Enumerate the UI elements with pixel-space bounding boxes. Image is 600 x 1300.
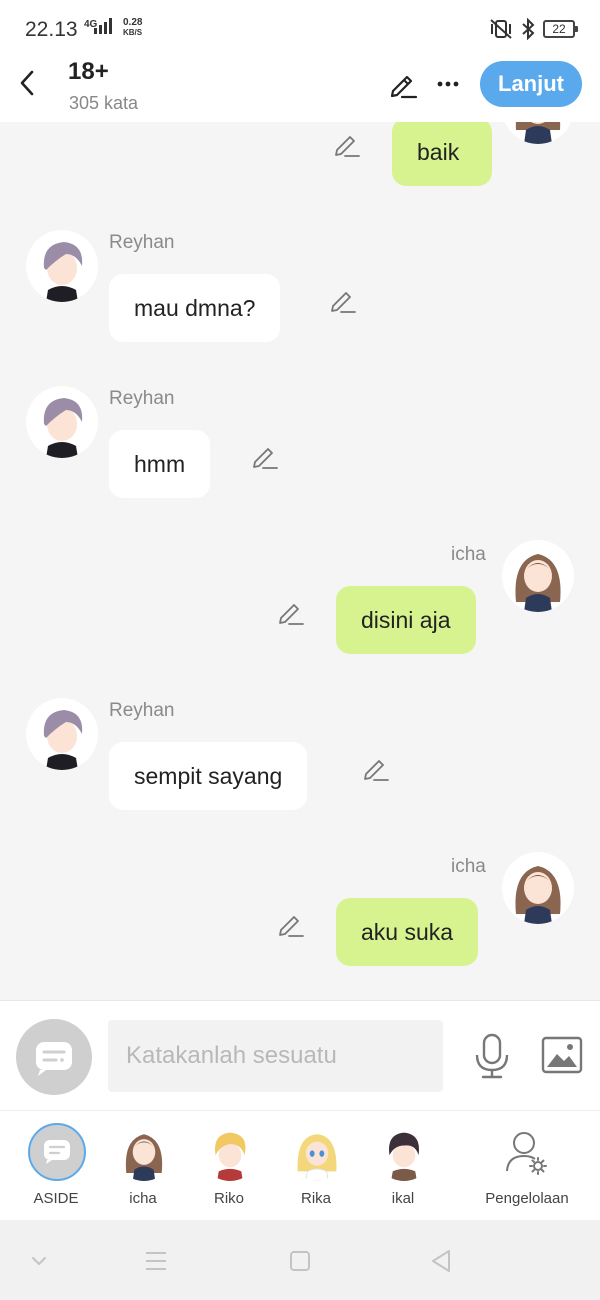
signal-icon xyxy=(94,18,112,34)
character-management[interactable]: Pengelolaan xyxy=(484,1123,570,1213)
home-square-icon[interactable] xyxy=(283,1244,317,1278)
network-indicator: 4G xyxy=(84,18,112,34)
sender-name: icha xyxy=(451,856,486,877)
user-settings-icon xyxy=(506,1132,547,1175)
bluetooth-icon xyxy=(522,18,535,40)
vibrate-off-icon xyxy=(490,19,512,39)
character-icha[interactable]: icha xyxy=(100,1123,186,1213)
character-label: ASIDE xyxy=(33,1190,79,1207)
character-rika[interactable]: Rika xyxy=(273,1123,359,1213)
word-count: 305 kata xyxy=(69,93,139,113)
girl-avatar-icon xyxy=(515,866,561,924)
boy-avatar-icon xyxy=(43,242,83,302)
message-bubble[interactable]: mau dmna? xyxy=(109,274,281,342)
avatar-reyhan xyxy=(26,386,98,458)
girl-avatar-icon xyxy=(515,554,561,612)
character-ikal[interactable]: ikal xyxy=(360,1123,446,1213)
boy-avatar-icon xyxy=(215,1132,246,1181)
character-riko[interactable]: Riko xyxy=(186,1123,272,1213)
avatar-icha xyxy=(502,852,574,924)
message-bubble[interactable]: sempit sayang xyxy=(109,742,308,810)
back-triangle-icon[interactable] xyxy=(425,1244,459,1278)
avatar-icha xyxy=(502,122,574,144)
character-label: Riko xyxy=(213,1190,244,1207)
status-right-icons: 22 xyxy=(489,18,578,40)
message-row: Reyhan mau dmna? xyxy=(0,226,600,346)
message-bubble[interactable]: disini aja xyxy=(336,586,476,654)
sender-name: Reyhan xyxy=(109,700,175,721)
girl-avatar-icon xyxy=(297,1134,337,1181)
character-avatar xyxy=(375,1123,433,1181)
network-speed: 0.28 KB/S xyxy=(123,17,143,38)
message-row: baik xyxy=(0,122,600,192)
character-aside[interactable]: ASIDE xyxy=(13,1123,99,1213)
chat-area[interactable]: baik Reyhan mau dmna? Reyhan hmm icha di… xyxy=(0,122,600,1000)
avatar-reyhan xyxy=(26,698,98,770)
menu-icon[interactable] xyxy=(139,1244,173,1278)
chevron-down-icon[interactable] xyxy=(22,1244,56,1278)
girl-avatar-icon xyxy=(515,122,561,144)
aside-button[interactable] xyxy=(16,1019,92,1095)
message-bubble[interactable]: baik xyxy=(392,122,492,186)
status-bar: 22.13 4G 0.28 KB/S 22 xyxy=(0,0,600,58)
edit-message-icon[interactable] xyxy=(277,598,305,626)
avatar-reyhan xyxy=(26,230,98,302)
boy-avatar-icon xyxy=(389,1132,419,1181)
message-row: icha aku suka xyxy=(0,850,600,970)
character-label: icha xyxy=(129,1190,157,1207)
edit-pen-icon[interactable] xyxy=(388,69,418,99)
edit-message-icon[interactable] xyxy=(251,442,279,470)
sender-name: icha xyxy=(451,544,486,565)
message-row: icha disini aja xyxy=(0,538,600,658)
edit-message-icon[interactable] xyxy=(362,754,390,782)
aside-chat-icon xyxy=(36,1042,72,1076)
battery-indicator: 22 xyxy=(543,20,578,38)
aside-avatar xyxy=(28,1123,86,1181)
character-avatar xyxy=(115,1123,173,1181)
character-bar: ASIDE icha Riko Rika ikal Pengelolaan xyxy=(0,1110,600,1220)
sender-name: Reyhan xyxy=(109,232,175,253)
boy-avatar-icon xyxy=(43,398,83,458)
message-row: Reyhan hmm xyxy=(0,382,600,502)
message-bubble[interactable]: hmm xyxy=(109,430,211,498)
character-label: Rika xyxy=(300,1190,331,1207)
sender-name: Reyhan xyxy=(109,388,175,409)
more-options-icon[interactable] xyxy=(434,70,462,98)
edit-message-icon[interactable] xyxy=(333,130,361,158)
edit-message-icon[interactable] xyxy=(277,910,305,938)
character-avatar xyxy=(288,1123,346,1181)
story-title: 18+ xyxy=(68,58,109,85)
girl-avatar-icon xyxy=(125,1134,163,1181)
character-label: Pengelolaan xyxy=(485,1190,569,1207)
back-arrow-icon[interactable] xyxy=(14,68,44,98)
edit-message-icon[interactable] xyxy=(329,286,357,314)
boy-avatar-icon xyxy=(43,710,83,770)
microphone-icon[interactable] xyxy=(472,1033,512,1079)
avatar-icha xyxy=(502,540,574,612)
chat-header: 18+ 305 kata Lanjut xyxy=(0,58,600,122)
character-avatar xyxy=(201,1123,259,1181)
aside-chat-icon xyxy=(44,1140,70,1164)
character-label: ikal xyxy=(391,1190,415,1207)
message-row: Reyhan sempit sayang xyxy=(0,694,600,814)
status-time: 22.13 xyxy=(25,18,78,41)
system-nav-bar xyxy=(0,1220,600,1300)
next-button[interactable]: Lanjut xyxy=(480,61,582,107)
image-icon[interactable] xyxy=(541,1036,583,1074)
message-input-bar xyxy=(0,1000,600,1110)
message-bubble[interactable]: aku suka xyxy=(336,898,479,966)
message-input[interactable] xyxy=(108,1020,443,1092)
